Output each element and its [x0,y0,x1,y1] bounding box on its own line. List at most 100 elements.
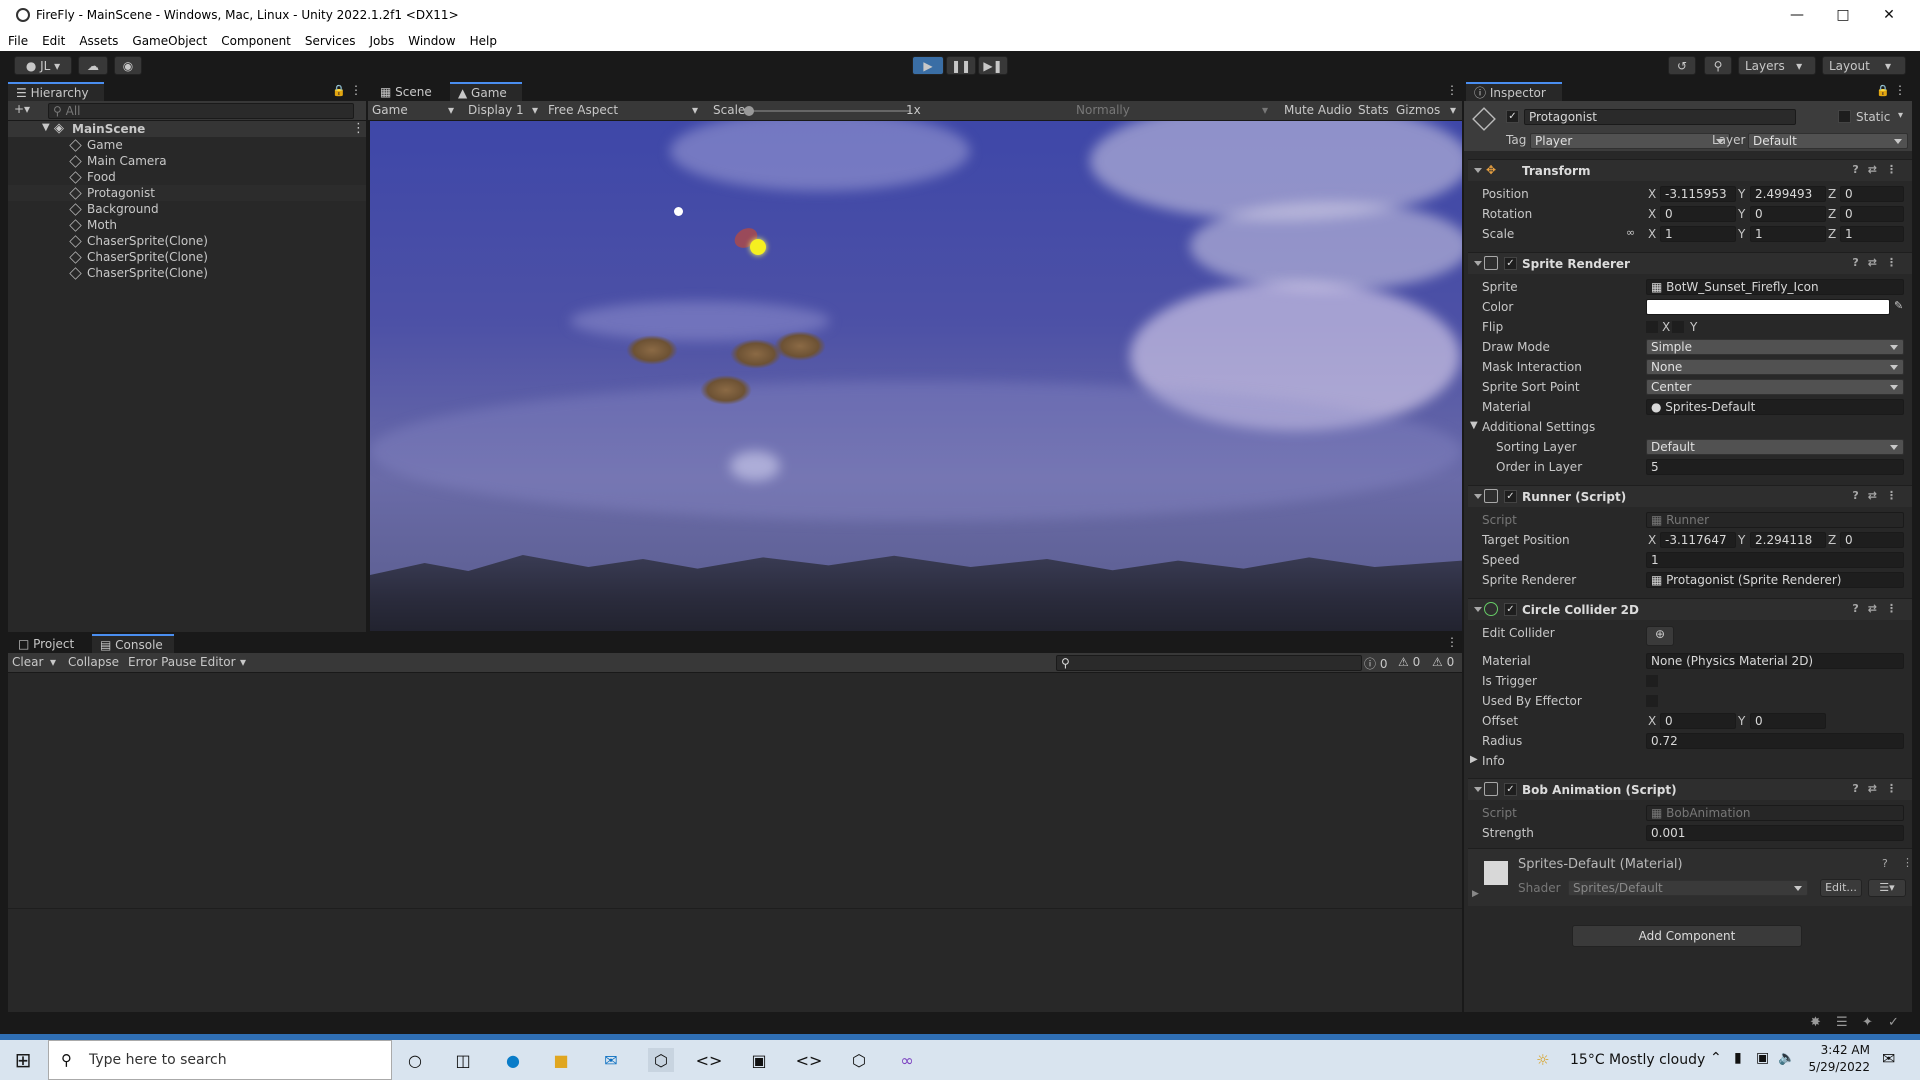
link-icon[interactable]: ∞ [1626,226,1635,239]
circle-collider-header[interactable]: ✓ Circle Collider 2D ?⇄⋮ [1468,598,1912,620]
warning-count-badge[interactable]: ⚠ 0 [1398,655,1420,669]
sprite-field[interactable]: ▦ BotW_Sunset_Firefly_Icon [1646,279,1904,295]
enabled-checkbox[interactable]: ✓ [1504,490,1517,503]
pause-button[interactable]: ❚❚ [946,56,976,75]
menu-jobs[interactable]: Jobs [364,34,401,48]
display-dropdown[interactable]: Display 1 ▾ [468,103,548,119]
volume-icon[interactable]: 🔈 [1778,1050,1795,1066]
fold-arrow-icon[interactable]: ▶ [1472,889,1479,899]
hierarchy-search-input[interactable]: ⚲ All [48,103,354,119]
scene-row[interactable]: ▼ ◈ MainScene ⋮ [8,121,366,137]
menu-help[interactable]: Help [464,34,503,48]
vscode-icon[interactable]: <> [796,1048,823,1072]
search-icon[interactable]: ⚲ [1704,56,1732,75]
is-trigger-checkbox[interactable] [1646,675,1658,687]
component-actions-icon[interactable]: ?⇄⋮ [1852,489,1906,502]
bob-animation-header[interactable]: ✓ Bob Animation (Script) ?⇄⋮ [1468,778,1912,800]
clock-time[interactable]: 3:42 AM [1810,1043,1870,1057]
target-x-field[interactable]: -3.117647 [1660,532,1736,548]
order-field[interactable]: 5 [1646,459,1904,475]
component-actions-icon[interactable]: ?⇄⋮ [1852,782,1906,795]
color-swatch[interactable] [1646,299,1890,315]
collapse-button[interactable]: Collapse [68,655,119,669]
fold-arrow-icon[interactable] [1474,494,1482,499]
menu-assets[interactable]: Assets [73,34,124,48]
offset-x-field[interactable]: 0 [1660,713,1736,729]
kebab-menu-icon[interactable]: ⋮ [1894,83,1906,97]
additional-settings-row[interactable]: ▼ Additional Settings [1470,418,1906,437]
list-item[interactable]: Food [8,169,373,185]
battery-icon[interactable]: ▮ [1734,1050,1742,1066]
notifications-icon[interactable]: ✉ [1882,1049,1895,1068]
history-icon[interactable]: ↺ [1668,56,1696,75]
console-menu-icon[interactable]: ⋮ [1446,635,1458,649]
scene-menu-icon[interactable]: ⋮ [352,121,365,136]
tab-project[interactable]: □ Project [10,634,90,653]
kebab-menu-icon[interactable]: ⋮ [1902,856,1913,869]
unity-icon[interactable]: ⬡ [846,1048,872,1072]
list-item[interactable]: ChaserSprite(Clone) [8,265,373,281]
windows-start-icon[interactable]: ⊞ [10,1048,36,1072]
menu-gameobject[interactable]: GameObject [126,34,213,48]
layout-dropdown[interactable]: Layout ▾ [1822,56,1906,75]
scale-x-field[interactable]: 1 [1660,226,1736,242]
network-icon[interactable]: ✦ [1862,1015,1873,1030]
mask-dropdown[interactable]: None [1646,359,1904,375]
play-button[interactable]: ▶ [912,56,944,75]
eyedropper-icon[interactable]: ✎ [1894,299,1903,312]
position-x-field[interactable]: -3.115953 [1660,186,1736,202]
cloud-icon[interactable]: ☁ [78,56,108,75]
taskbar-search-input[interactable]: ⚲ Type here to search [48,1040,392,1080]
rotation-y-field[interactable]: 0 [1750,206,1826,222]
enabled-checkbox[interactable]: ✓ [1504,783,1517,796]
info-row[interactable]: ▶ Info [1470,752,1906,771]
scale-z-field[interactable]: 1 [1840,226,1904,242]
minimize-icon[interactable]: — [1774,0,1820,30]
chevron-down-icon[interactable]: ▾ [1450,103,1456,117]
collider-material-field[interactable]: None (Physics Material 2D) [1646,653,1904,669]
kebab-menu-icon[interactable]: ⋮ [350,83,362,97]
lock-icon[interactable]: 🔒 [1876,84,1890,97]
active-checkbox[interactable]: ✓ [1506,110,1519,123]
account-button[interactable]: ● JL ▾ [14,56,72,75]
draw-mode-dropdown[interactable]: Simple [1646,339,1904,355]
visual-studio-icon[interactable]: ∞ [894,1048,920,1072]
add-component-button[interactable]: Add Component [1572,925,1802,947]
component-actions-icon[interactable]: ?⇄⋮ [1852,602,1906,615]
offset-y-field[interactable]: 0 [1750,713,1826,729]
strength-field[interactable]: 0.001 [1646,825,1904,841]
game-mode-dropdown[interactable]: Game ▾ [372,103,458,119]
list-item[interactable]: Game [8,137,373,153]
clear-options-chevron-icon[interactable]: ▾ [50,655,56,669]
check-circle-icon[interactable]: ✓ [1888,1015,1899,1030]
aspect-dropdown[interactable]: Free Aspect ▾ [548,103,708,119]
debug-icon[interactable]: ✸ [1810,1015,1821,1030]
tab-game[interactable]: ▲ Game [450,82,522,101]
flip-y-checkbox[interactable] [1672,321,1684,333]
menu-services[interactable]: Services [299,34,362,48]
collab-icon[interactable]: ◉ [114,56,142,75]
used-by-effector-checkbox[interactable] [1646,695,1658,707]
stats-button[interactable]: Stats [1358,103,1389,117]
tab-scene[interactable]: ▦ Scene [372,82,448,101]
game-viewport[interactable] [370,121,1462,631]
sort-point-dropdown[interactable]: Center [1646,379,1904,395]
enabled-checkbox[interactable]: ✓ [1504,257,1517,270]
layers-dropdown[interactable]: Layers ▾ [1738,56,1816,75]
layer-dropdown[interactable]: Default [1748,133,1908,149]
mail-icon[interactable]: ✉ [598,1048,624,1072]
help-icon[interactable]: ? [1882,857,1888,870]
transform-header[interactable]: ✥ Transform ?⇄⋮ [1468,159,1912,181]
sorting-layer-dropdown[interactable]: Default [1646,439,1904,455]
editor-dropdown[interactable]: Editor [200,655,236,669]
menu-edit[interactable]: Edit [36,34,71,48]
tag-dropdown[interactable]: Player [1530,133,1730,149]
rotation-x-field[interactable]: 0 [1660,206,1736,222]
close-icon[interactable]: ✕ [1866,0,1912,30]
vsync-dropdown[interactable]: Normally ▾ [1076,103,1274,119]
unity-hub-icon[interactable]: ⬡ [648,1048,674,1072]
position-y-field[interactable]: 2.499493 [1750,186,1826,202]
network-icon[interactable]: ▣ [1756,1050,1769,1066]
clear-button[interactable]: Clear [12,655,43,669]
step-button[interactable]: ▶❚ [978,56,1008,75]
